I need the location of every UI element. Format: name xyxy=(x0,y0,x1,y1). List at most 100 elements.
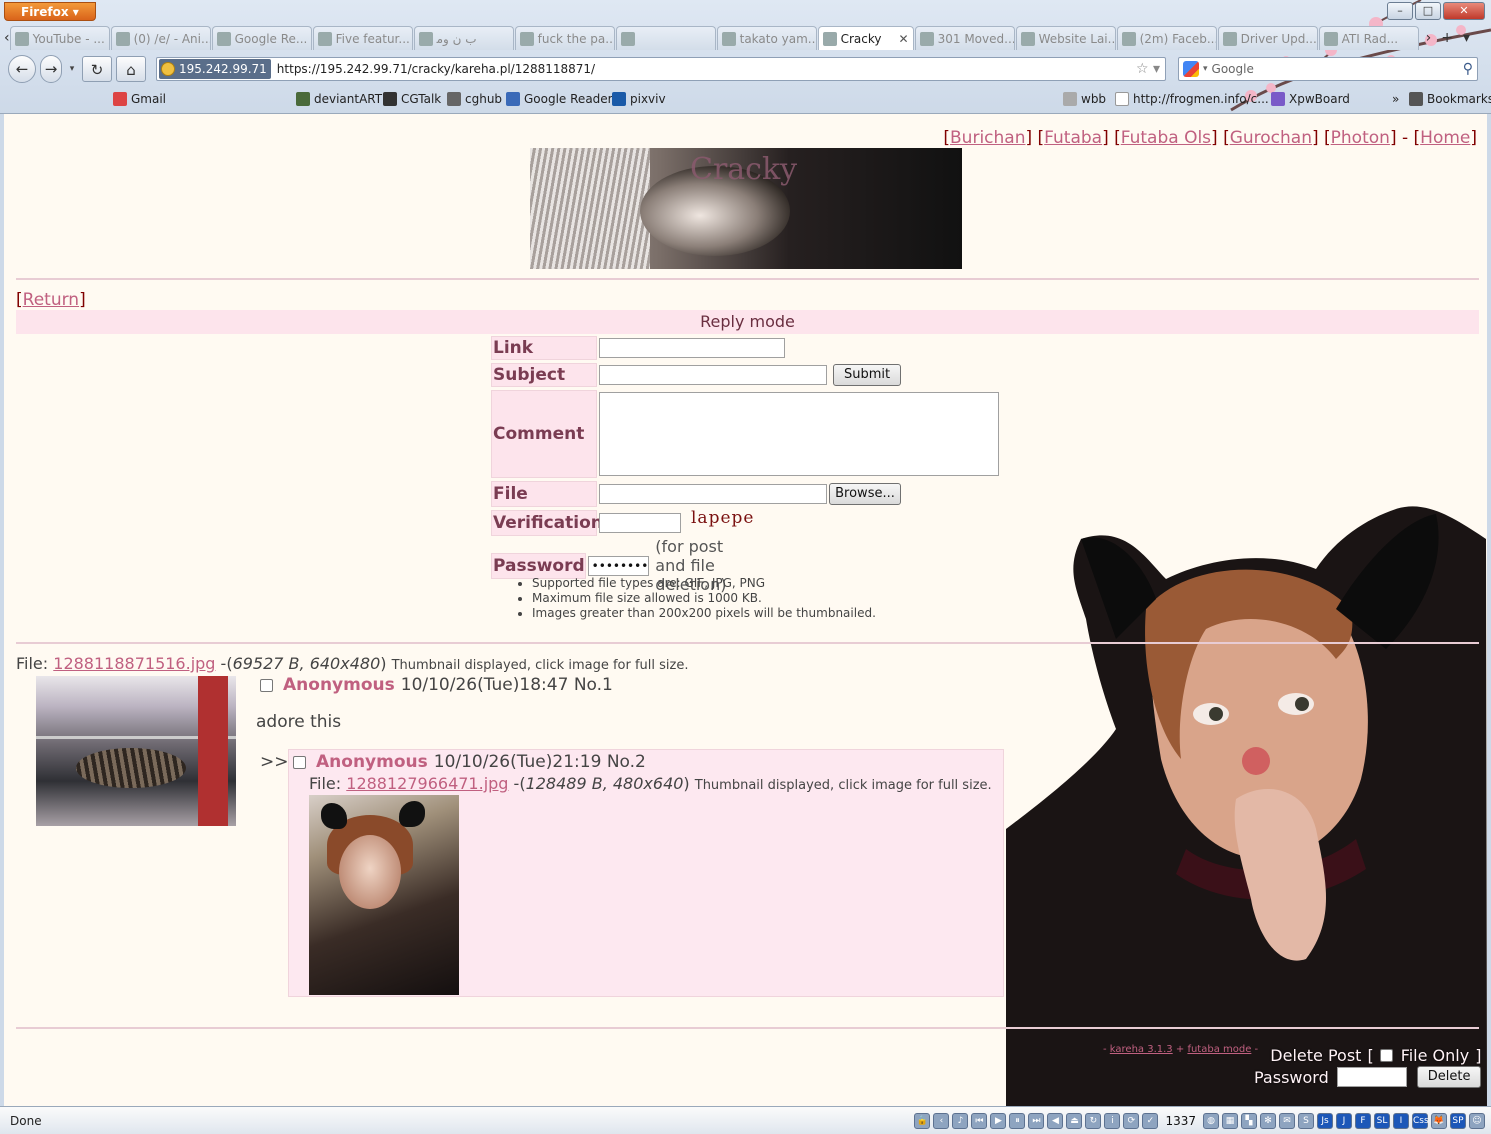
checkmark-icon[interactable]: ✓ xyxy=(1142,1112,1159,1129)
futaba-mode-link[interactable]: futaba mode xyxy=(1187,1044,1251,1055)
reload-button[interactable]: ↻ xyxy=(82,56,112,82)
snowflake-icon[interactable]: ✻ xyxy=(1260,1112,1276,1129)
file-path-field[interactable] xyxy=(599,484,827,504)
silverlight-icon[interactable]: SL xyxy=(1374,1112,1390,1129)
bookmark-star-icon[interactable]: ☆ ▾ xyxy=(1131,61,1165,77)
javascript-icon[interactable]: Js xyxy=(1317,1112,1333,1129)
subject-field[interactable] xyxy=(599,365,827,385)
tab-10[interactable]: Website Lai... xyxy=(1015,26,1116,50)
comment-textarea[interactable] xyxy=(599,392,999,476)
tab-9[interactable]: 301 Moved... xyxy=(914,26,1015,50)
delete-password-field[interactable] xyxy=(1336,1067,1407,1087)
home-link[interactable]: Home xyxy=(1420,128,1470,148)
bookmark-pixiv[interactable]: pixviv xyxy=(612,92,666,106)
bookmark-google-reader[interactable]: Google Reader xyxy=(506,92,613,106)
tab-7[interactable]: takato yam... xyxy=(716,26,817,50)
media-rewind-icon[interactable]: ⏮ xyxy=(971,1112,988,1129)
music-player-icon[interactable]: ♪ xyxy=(952,1112,969,1129)
password-field[interactable]: •••••••• xyxy=(587,555,650,576)
media-forward-icon[interactable]: ⏭ xyxy=(1028,1112,1045,1129)
search-icon[interactable]: ⚲ xyxy=(1463,61,1473,77)
op-thumbnail[interactable] xyxy=(36,676,236,826)
globe-icon[interactable]: ◍ xyxy=(1203,1112,1219,1129)
eject-icon[interactable]: ⏏ xyxy=(1066,1112,1083,1129)
media-play-icon[interactable]: ▶ xyxy=(990,1112,1007,1129)
tab-6[interactable] xyxy=(615,26,716,50)
fox-icon[interactable]: 🦊 xyxy=(1431,1112,1447,1129)
board-link-futaba-ols[interactable]: Futaba Ols xyxy=(1121,128,1211,148)
tab-0[interactable]: YouTube - ... xyxy=(9,26,110,50)
volume-icon[interactable]: ◀ xyxy=(1047,1112,1064,1129)
board-link-gurochan[interactable]: Gurochan xyxy=(1230,128,1312,148)
tab-5[interactable]: fuck the pa... xyxy=(514,26,615,50)
monkey-icon[interactable]: ☺ xyxy=(1469,1112,1485,1129)
bookmark-gmail[interactable]: Gmail xyxy=(113,92,166,106)
minimize-button[interactable]: – xyxy=(1387,2,1413,20)
close-tab-icon[interactable]: ✕ xyxy=(899,32,909,46)
refresh-icon[interactable]: ⟳ xyxy=(1123,1112,1140,1129)
firefox-menu-button[interactable]: Firefox ▾ xyxy=(4,2,96,21)
tab-13[interactable]: ATI Rad... xyxy=(1318,26,1419,50)
op-delete-checkbox[interactable] xyxy=(260,678,273,692)
board-link-burichan[interactable]: Burichan xyxy=(950,128,1025,148)
bookmark-deviantart[interactable]: deviantART xyxy=(296,92,382,106)
bookmark-frogmen[interactable]: http://frogmen.info/c... xyxy=(1115,92,1269,106)
file-only-checkbox[interactable] xyxy=(1379,1048,1393,1062)
return-link[interactable]: Return xyxy=(23,290,79,310)
history-dropdown-icon[interactable]: ▾ xyxy=(66,64,78,74)
url-bar[interactable]: 195.242.99.71 https://195.242.99.71/crac… xyxy=(156,57,1166,81)
verification-field[interactable] xyxy=(599,513,681,533)
bookmark-cgtalk[interactable]: CGTalk xyxy=(383,92,441,106)
tab-1[interactable]: (0) /e/ - Ani... xyxy=(110,26,211,50)
sync-icon[interactable]: ↻ xyxy=(1085,1112,1102,1129)
reply-delete-checkbox[interactable] xyxy=(293,755,306,769)
bookmark-cghub[interactable]: cghub xyxy=(447,92,502,106)
close-window-button[interactable]: ✕ xyxy=(1443,2,1485,20)
home-button[interactable]: ⌂ xyxy=(116,56,146,82)
new-tab-button[interactable]: + xyxy=(1441,30,1453,46)
bookmarks-overflow-icon[interactable]: » xyxy=(1392,92,1399,106)
google-icon[interactable] xyxy=(1183,61,1199,77)
reply-post-number[interactable]: No.2 xyxy=(607,752,646,772)
link-field[interactable] xyxy=(599,338,785,358)
script-icon[interactable]: S xyxy=(1298,1112,1314,1129)
reply-file-link[interactable]: 1288127966471.jpg xyxy=(346,774,508,793)
back-button[interactable]: ← xyxy=(8,55,36,83)
previous-track-icon[interactable]: ‹ xyxy=(933,1112,950,1129)
tab-11[interactable]: (2m) Faceb... xyxy=(1116,26,1217,50)
sp-icon[interactable]: SP xyxy=(1450,1112,1466,1129)
mail-icon[interactable]: ✉ xyxy=(1279,1112,1295,1129)
css-icon[interactable]: Css xyxy=(1412,1112,1429,1129)
tab-2[interactable]: Google Re... xyxy=(211,26,312,50)
bookmark-wbb[interactable]: wbb xyxy=(1063,92,1106,106)
bookmark-xpwboard[interactable]: XpwBoard xyxy=(1271,92,1350,106)
bookmarks-menu-button[interactable]: Bookmarks xyxy=(1409,92,1491,106)
maximize-button[interactable]: □ xyxy=(1415,2,1441,20)
calendar-icon[interactable]: ▦ xyxy=(1222,1112,1238,1129)
board-link-futaba[interactable]: Futaba xyxy=(1044,128,1102,148)
engine-dropdown-icon[interactable]: ▾ xyxy=(1203,64,1208,74)
tab-12[interactable]: Driver Upd... xyxy=(1217,26,1318,50)
list-all-tabs-icon[interactable]: ▾ xyxy=(1463,30,1470,46)
op-post-number[interactable]: No.1 xyxy=(574,675,613,695)
java-icon[interactable]: J xyxy=(1336,1112,1352,1129)
lock-icon[interactable]: 🔒 xyxy=(914,1112,931,1129)
scroll-tabs-right-icon[interactable]: › xyxy=(1426,30,1432,46)
info-icon[interactable]: i xyxy=(1104,1112,1121,1129)
tab-4[interactable]: ﺏ ﻥ ﻭﻣ xyxy=(413,26,514,50)
kareha-link[interactable]: kareha 3.1.3 xyxy=(1110,1044,1173,1055)
site-identity-button[interactable]: 195.242.99.71 xyxy=(159,59,271,79)
url-text[interactable]: https://195.242.99.71/cracky/kareha.pl/1… xyxy=(277,62,1131,76)
tab-3[interactable]: Five featur... xyxy=(312,26,413,50)
search-bar[interactable]: ▾ Google ⚲ xyxy=(1178,57,1478,81)
submit-button[interactable]: Submit xyxy=(833,364,902,386)
flash-icon[interactable]: F xyxy=(1355,1112,1371,1129)
browse-button[interactable]: Browse... xyxy=(829,483,901,505)
delete-button[interactable]: Delete xyxy=(1416,1066,1482,1088)
op-file-link[interactable]: 1288118871516.jpg xyxy=(53,654,215,673)
forward-button[interactable]: → xyxy=(40,55,62,83)
iframe-icon[interactable]: I xyxy=(1393,1112,1409,1129)
board-link-photon[interactable]: Photon xyxy=(1331,128,1390,148)
reply-thumbnail[interactable] xyxy=(309,795,459,995)
windows-icon[interactable]: ▚ xyxy=(1241,1112,1257,1129)
